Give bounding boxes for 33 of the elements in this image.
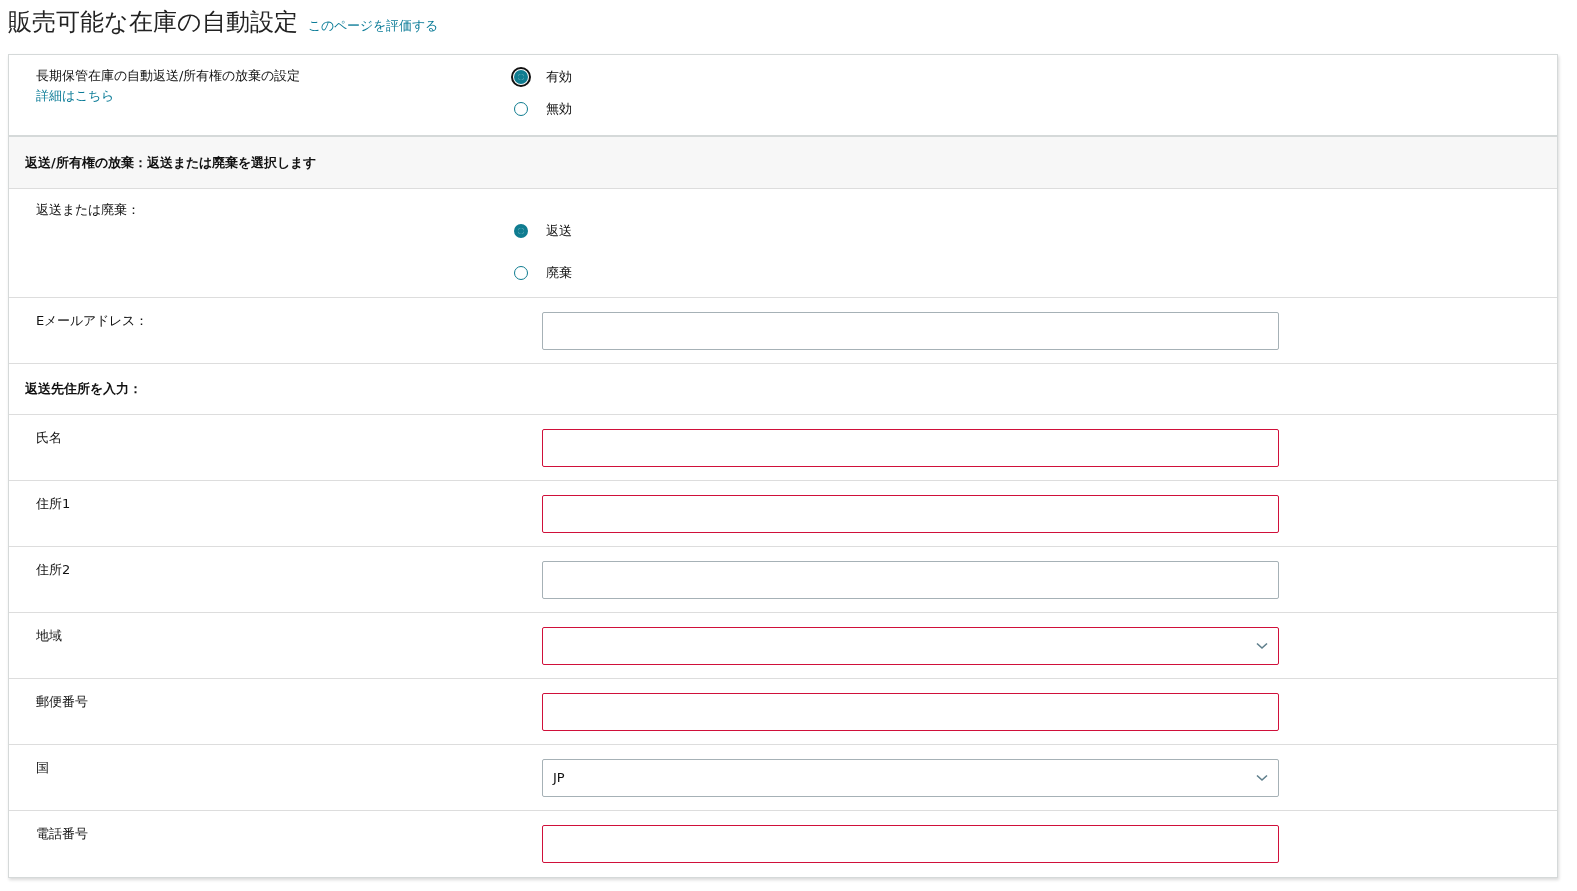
details-link[interactable]: 詳細はこちら (36, 87, 514, 105)
field-label: 氏名 (36, 429, 63, 447)
rate-page-link[interactable]: このページを評価する (308, 17, 438, 35)
input-field[interactable] (542, 692, 1279, 731)
input-field[interactable] (542, 428, 1279, 467)
field-label: 国 (36, 759, 50, 777)
field-label: 返送または廃棄： (36, 201, 141, 219)
chevron-down-icon (1256, 641, 1268, 650)
field-label: 地域 (36, 627, 63, 645)
field-label: 住所1 (36, 495, 72, 513)
field-label: 住所2 (36, 561, 72, 579)
radio-label: 廃棄 (546, 264, 572, 282)
input-field[interactable] (542, 494, 1279, 533)
dropdown[interactable]: JP (542, 758, 1279, 797)
radio-button[interactable] (514, 224, 528, 238)
radio-button[interactable] (514, 266, 528, 280)
section-heading: 返送先住所を入力： (25, 380, 142, 398)
radio-label: 有効 (546, 68, 572, 86)
setting-label: 長期保管在庫の自動返送/所有権の放棄の設定 (36, 67, 302, 85)
field-label: Eメールアドレス： (36, 312, 150, 330)
input-field[interactable] (542, 825, 1279, 863)
page-title: 販売可能な在庫の自動設定 (8, 7, 298, 38)
email-input-field[interactable] (542, 311, 1279, 350)
radio-label: 返送 (546, 222, 572, 240)
radio-button[interactable] (514, 102, 528, 116)
input-field[interactable] (542, 560, 1279, 599)
chevron-down-icon (1256, 773, 1268, 782)
section-heading: 返送/所有権の放棄：返送または廃棄を選択します (25, 153, 316, 172)
radio-label: 無効 (546, 100, 572, 118)
dropdown[interactable] (542, 626, 1279, 665)
field-label: 郵便番号 (36, 693, 89, 711)
radio-button[interactable] (514, 70, 528, 84)
field-label: 電話番号 (36, 825, 89, 843)
